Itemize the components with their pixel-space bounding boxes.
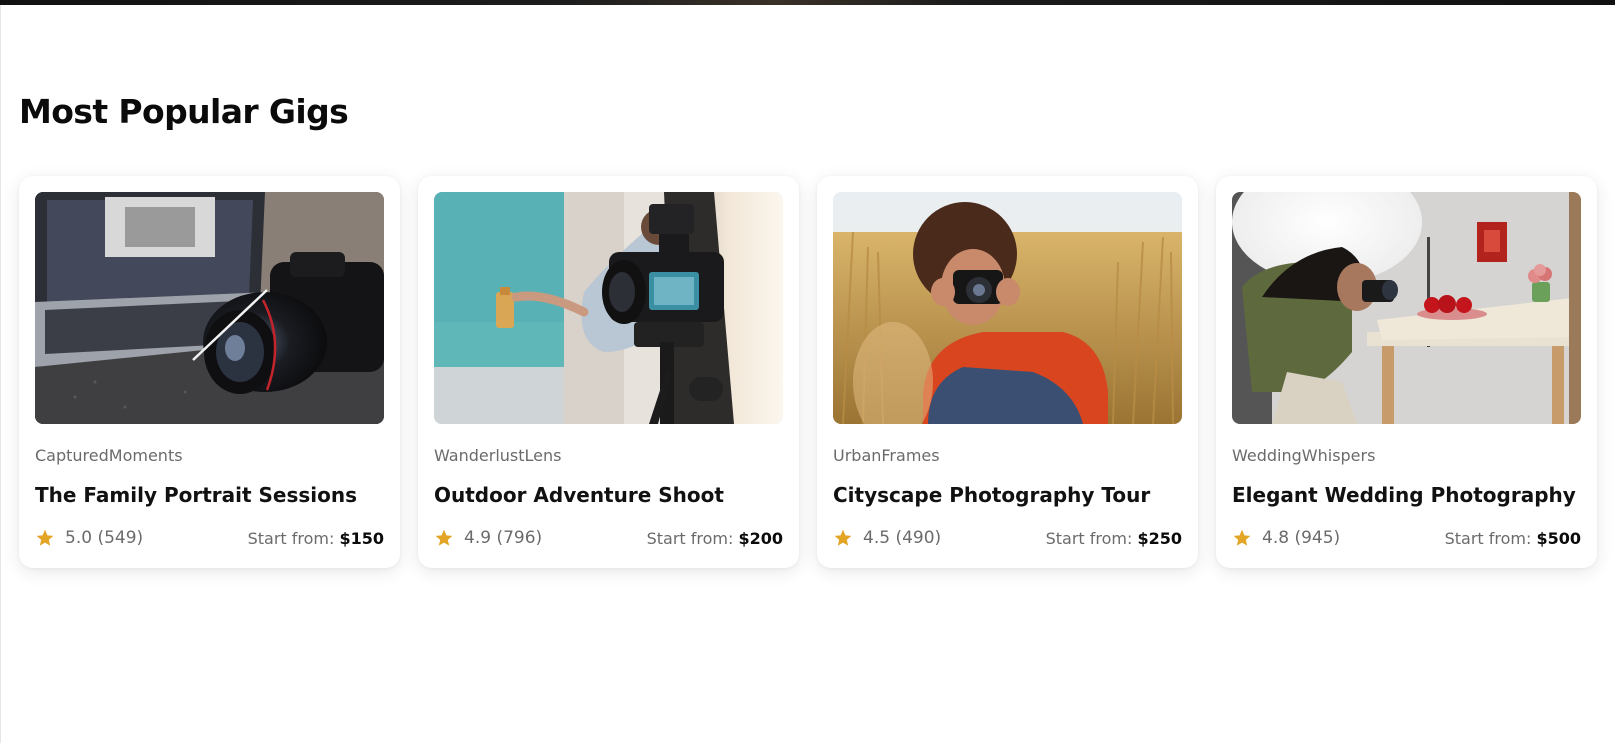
- review-count: (490): [895, 528, 942, 548]
- review-count: (945): [1294, 528, 1341, 548]
- seller-name[interactable]: WeddingWhispers: [1232, 446, 1581, 466]
- gig-meta: 4.5 (490) Start from: $250: [833, 527, 1182, 549]
- gig-thumbnail[interactable]: [434, 192, 783, 424]
- price-prefix: Start from:: [646, 528, 734, 548]
- price: Start from: $200: [647, 529, 783, 548]
- seller-name[interactable]: UrbanFrames: [833, 446, 1182, 466]
- gig-card[interactable]: CapturedMoments The Family Portrait Sess…: [19, 176, 400, 568]
- rating-value: 4.8: [1262, 528, 1290, 548]
- price: Start from: $500: [1445, 529, 1581, 548]
- price-prefix: Start from:: [247, 528, 335, 548]
- camera-on-desk-photo: [35, 192, 384, 424]
- hero-bottom-edge: [0, 0, 1615, 5]
- review-count: (549): [97, 528, 144, 548]
- star-icon: [435, 529, 453, 546]
- star-icon: [834, 529, 852, 546]
- price-prefix: Start from:: [1045, 528, 1133, 548]
- gig-card[interactable]: WanderlustLens Outdoor Adventure Shoot 4…: [418, 176, 799, 568]
- gig-title[interactable]: Cityscape Photography Tour: [833, 482, 1182, 508]
- photographer-shooting-apples-photo: [1232, 192, 1581, 424]
- price-value: $500: [1536, 528, 1581, 548]
- rating-value: 4.9: [464, 528, 492, 548]
- rating: 4.8 (945): [1232, 528, 1340, 548]
- gig-thumbnail[interactable]: [1232, 192, 1581, 424]
- studio-camera-tripod-photo: [434, 192, 783, 424]
- gig-title[interactable]: Elegant Wedding Photography: [1232, 482, 1581, 508]
- price: Start from: $150: [248, 529, 384, 548]
- rating: 4.9 (796): [434, 528, 542, 548]
- section-title: Most Popular Gigs: [19, 92, 349, 131]
- gig-thumbnail[interactable]: [833, 192, 1182, 424]
- price-value: $250: [1137, 528, 1182, 548]
- price: Start from: $250: [1046, 529, 1182, 548]
- seller-name[interactable]: CapturedMoments: [35, 446, 384, 466]
- price-value: $150: [339, 528, 384, 548]
- photographer-in-wheat-field-photo: [833, 192, 1182, 424]
- gig-card[interactable]: UrbanFrames Cityscape Photography Tour 4…: [817, 176, 1198, 568]
- rating: 4.5 (490): [833, 528, 941, 548]
- gig-card-list: CapturedMoments The Family Portrait Sess…: [19, 176, 1597, 568]
- star-icon: [1233, 529, 1251, 546]
- price-prefix: Start from:: [1444, 528, 1532, 548]
- gig-meta: 5.0 (549) Start from: $150: [35, 527, 384, 549]
- page-left-border: [0, 5, 1, 743]
- gig-title[interactable]: Outdoor Adventure Shoot: [434, 482, 783, 508]
- gig-title[interactable]: The Family Portrait Sessions: [35, 482, 384, 508]
- rating: 5.0 (549): [35, 528, 143, 548]
- gig-card[interactable]: WeddingWhispers Elegant Wedding Photogra…: [1216, 176, 1597, 568]
- rating-value: 4.5: [863, 528, 891, 548]
- gig-thumbnail[interactable]: [35, 192, 384, 424]
- price-value: $200: [738, 528, 783, 548]
- review-count: (796): [496, 528, 543, 548]
- gig-meta: 4.8 (945) Start from: $500: [1232, 527, 1581, 549]
- rating-value: 5.0: [65, 528, 93, 548]
- star-icon: [36, 529, 54, 546]
- seller-name[interactable]: WanderlustLens: [434, 446, 783, 466]
- gig-meta: 4.9 (796) Start from: $200: [434, 527, 783, 549]
